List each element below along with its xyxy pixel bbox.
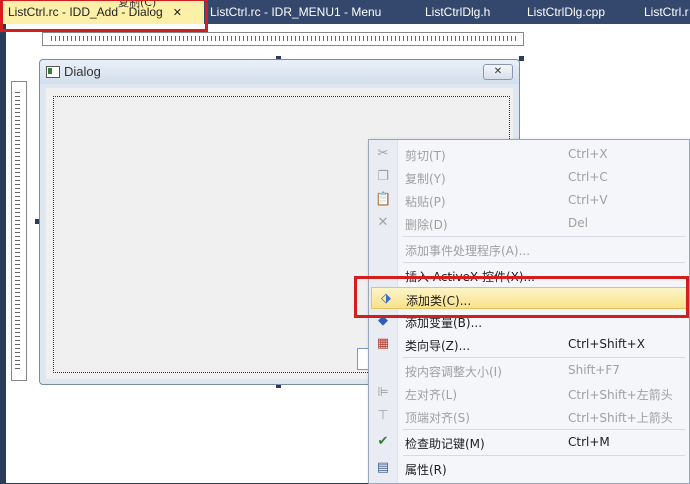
menu-item-label: 添加类(C)... [406, 294, 472, 308]
context-menu: ✂ 剪切(T) Ctrl+X ❐ 复制(Y) Ctrl+C 📋 粘贴(P) Ct… [368, 139, 690, 484]
menu-item-label: 顶端对齐(S) [405, 411, 470, 425]
dialog-titlebar: Dialog ✕ [40, 60, 519, 84]
tab-label: ListCtrlDlg.h [425, 5, 491, 19]
document-tab-bar: ListCtrl.rc - IDD_Add - Dialog ✕ ListCtrl… [0, 0, 690, 24]
delete-icon: ✕ [377, 215, 389, 230]
menu-item-shortcut: Ctrl+V [568, 193, 608, 207]
menu-item-add-class[interactable]: ⬗ 添加类(C)... [371, 287, 687, 309]
properties-icon: ▤ [376, 460, 390, 475]
vertical-ruler[interactable] [11, 81, 27, 381]
add-variable-icon: ◆ [378, 313, 388, 328]
dialog-app-icon [46, 66, 60, 78]
scissors-icon: ✂ [377, 146, 389, 161]
horizontal-ruler[interactable] [42, 32, 524, 46]
menu-separator [403, 357, 685, 358]
close-icon[interactable]: ✕ [483, 64, 513, 80]
menu-item-shortcut: Ctrl+X [568, 147, 608, 161]
menu-item-shortcut: Ctrl+Shift+上箭头 [568, 411, 673, 425]
menu-item-label: 检查助记键(M) [405, 437, 485, 451]
menu-item-label: 插入 ActiveX 控件(X)... [405, 270, 535, 284]
tab-listctrldlg-h[interactable]: ListCtrlDlg.h [425, 0, 490, 24]
menu-item-label: 类向导(Z)... [405, 339, 471, 353]
menu-item-label: 粘贴(P) [405, 195, 446, 209]
tab-label: ListCtrl.r [644, 5, 689, 19]
menu-item-align-left[interactable]: ⊫ 左对齐(L) Ctrl+Shift+左箭头 [369, 382, 689, 404]
menu-item-label: 删除(D) [405, 218, 448, 232]
menu-item-copy[interactable]: ❐ 复制(Y) Ctrl+C [369, 166, 689, 188]
menu-item-cut[interactable]: ✂ 剪切(T) Ctrl+X [369, 143, 689, 165]
tab-label: ListCtrlDlg.cpp [527, 5, 606, 19]
menu-item-label: 属性(R) [405, 463, 447, 477]
menu-item-add-variable[interactable]: ◆ 添加变量(B)... [369, 310, 689, 332]
menu-item-align-top[interactable]: ⊤ 顶端对齐(S) Ctrl+Shift+上箭头 [369, 405, 689, 427]
menu-item-label: 复制(Y) [405, 172, 446, 186]
resize-handle[interactable] [519, 56, 524, 61]
ghost-menu-text: 复制(C) [118, 0, 157, 9]
menu-item-label: 添加事件处理程序(A)... [405, 244, 531, 258]
tab-listctrl-r[interactable]: ListCtrl.r [644, 0, 689, 24]
menu-item-delete[interactable]: ✕ 删除(D) Del [369, 212, 689, 234]
tab-dialog-rc[interactable]: ListCtrl.rc - IDD_Add - Dialog ✕ [0, 0, 204, 24]
paste-icon: 📋 [375, 192, 392, 207]
menu-separator [403, 429, 685, 430]
menu-item-label: 添加变量(B)... [405, 316, 483, 330]
menu-item-shortcut: Ctrl+C [568, 170, 608, 184]
menu-separator [403, 455, 685, 456]
menu-item-label: 剪切(T) [405, 149, 446, 163]
check-mnemonics-icon: ✔ [377, 434, 389, 449]
menu-item-label: 左对齐(L) [405, 388, 458, 402]
tab-listctrldlg-cpp[interactable]: ListCtrlDlg.cpp [527, 0, 605, 24]
menu-item-shortcut: Del [568, 216, 588, 230]
menu-separator [403, 236, 685, 237]
menu-item-shortcut: Ctrl+Shift+X [568, 337, 645, 351]
align-top-icon: ⊤ [377, 408, 389, 423]
close-icon[interactable]: ✕ [173, 7, 182, 19]
menu-item-add-event-handler[interactable]: 添加事件处理程序(A)... [369, 238, 689, 260]
menu-item-insert-activex[interactable]: 插入 ActiveX 控件(X)... [369, 264, 689, 286]
class-wizard-icon: ▦ [376, 336, 390, 351]
add-class-icon: ⬗ [381, 291, 391, 306]
menu-item-label: 按内容调整大小(I) [405, 365, 502, 379]
align-left-icon: ⊫ [377, 385, 389, 400]
menu-item-class-wizard[interactable]: ▦ 类向导(Z)... Ctrl+Shift+X [369, 333, 689, 355]
menu-item-shortcut: Ctrl+Shift+左箭头 [568, 388, 673, 402]
menu-separator [403, 262, 685, 263]
menu-item-shortcut: Shift+F7 [568, 363, 620, 377]
menu-item-size-to-content[interactable]: 按内容调整大小(I) Shift+F7 [369, 359, 689, 381]
menu-item-paste[interactable]: 📋 粘贴(P) Ctrl+V [369, 189, 689, 211]
menu-item-properties[interactable]: ▤ 属性(R) [369, 457, 689, 479]
menu-item-shortcut: Ctrl+M [568, 435, 610, 449]
tab-menu-rc[interactable]: ListCtrl.rc - IDR_MENU1 - Menu [210, 0, 381, 24]
dialog-title: Dialog [64, 64, 101, 79]
tab-label: ListCtrl.rc - IDR_MENU1 - Menu [210, 5, 382, 19]
copy-icon: ❐ [377, 169, 389, 184]
menu-item-check-mnemonics[interactable]: ✔ 检查助记键(M) Ctrl+M [369, 431, 689, 453]
